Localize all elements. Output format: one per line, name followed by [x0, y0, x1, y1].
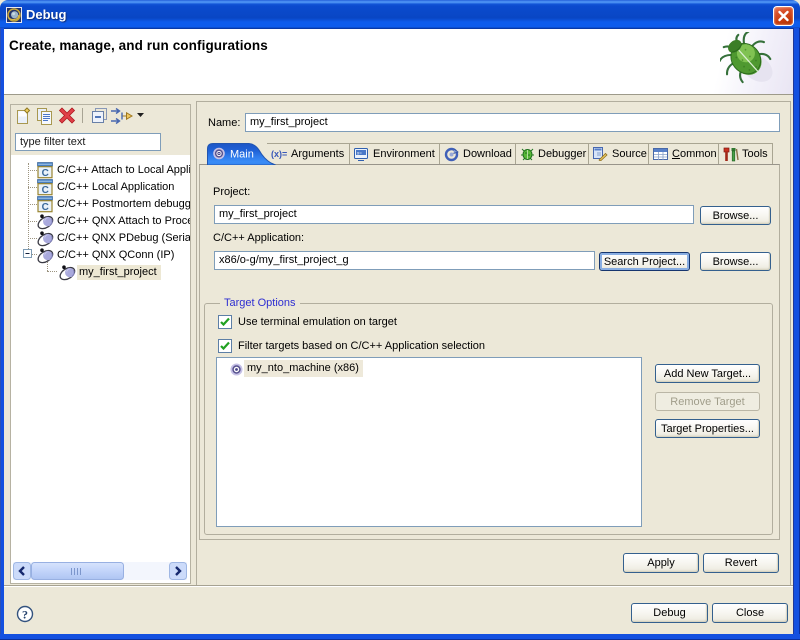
svg-text:Main: Main	[230, 149, 254, 161]
svg-text:?: ?	[22, 608, 28, 622]
svg-text:C: C	[42, 185, 49, 196]
svg-text:x=: x=	[357, 150, 362, 155]
svg-text:C: C	[42, 202, 49, 213]
svg-text:C: C	[42, 168, 49, 179]
